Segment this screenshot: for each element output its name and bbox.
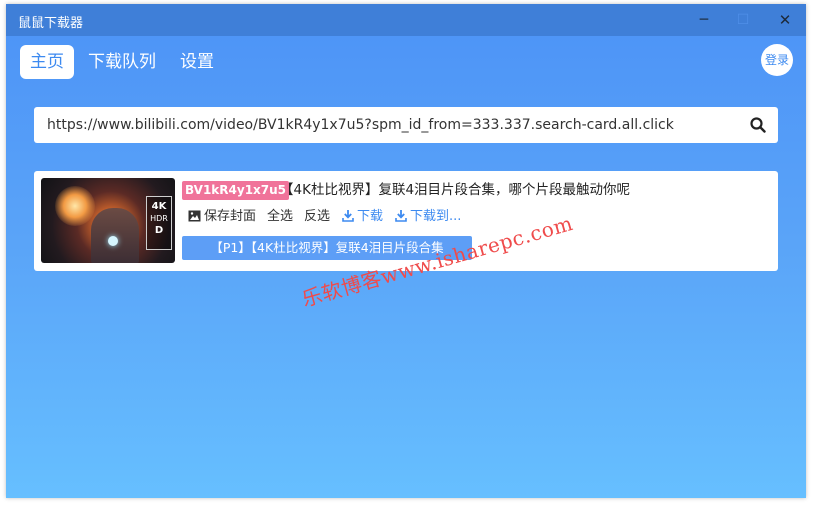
app-window: 鼠鼠下载器 ─ ☐ ✕ 主页 下载队列 设置 登录 4K bbox=[6, 4, 806, 498]
download-to-label: 下载到... bbox=[410, 209, 462, 224]
quality-badge: 4K HDR D bbox=[146, 196, 172, 250]
save-cover-label: 保存封面 bbox=[204, 209, 257, 224]
thumbnail-core bbox=[108, 236, 118, 246]
badge-hdr: HDR bbox=[150, 214, 168, 223]
tab-home[interactable]: 主页 bbox=[20, 45, 74, 79]
badge-4k: 4K bbox=[151, 201, 167, 212]
minimize-button[interactable]: ─ bbox=[690, 8, 718, 32]
title-bar[interactable]: 鼠鼠下载器 ─ ☐ ✕ bbox=[6, 4, 806, 36]
download-label: 下载 bbox=[357, 209, 384, 224]
window-title: 鼠鼠下载器 bbox=[18, 16, 84, 31]
tab-settings[interactable]: 设置 bbox=[170, 45, 224, 79]
search-icon[interactable] bbox=[749, 116, 767, 134]
badge-dolby: D bbox=[154, 225, 164, 236]
download-to-icon bbox=[395, 210, 407, 222]
video-thumbnail[interactable]: 4K HDR D bbox=[41, 178, 175, 263]
invert-selection-button[interactable]: 反选 bbox=[304, 208, 330, 226]
search-bar bbox=[34, 107, 778, 143]
download-icon bbox=[342, 210, 354, 222]
download-to-button[interactable]: 下载到... bbox=[395, 208, 461, 226]
url-input[interactable] bbox=[47, 107, 737, 143]
close-button[interactable]: ✕ bbox=[771, 8, 799, 32]
maximize-button[interactable]: ☐ bbox=[729, 8, 757, 32]
download-button[interactable]: 下载 bbox=[342, 208, 383, 226]
main-content: 主页 下载队列 设置 登录 4K HDR D bbox=[6, 36, 806, 498]
image-icon bbox=[188, 210, 201, 222]
tab-download-queue[interactable]: 下载队列 bbox=[78, 45, 166, 79]
bvid-badge: BV1kR4y1x7u5 bbox=[182, 181, 290, 200]
video-title: 【4K杜比视界】复联4泪目片段合集，哪个片段最触动你呢 bbox=[280, 182, 631, 198]
thumbnail-glow bbox=[55, 186, 95, 226]
login-button[interactable]: 登录 bbox=[761, 44, 793, 76]
save-cover-button[interactable]: 保存封面 bbox=[188, 208, 256, 226]
select-all-button[interactable]: 全选 bbox=[267, 208, 293, 226]
